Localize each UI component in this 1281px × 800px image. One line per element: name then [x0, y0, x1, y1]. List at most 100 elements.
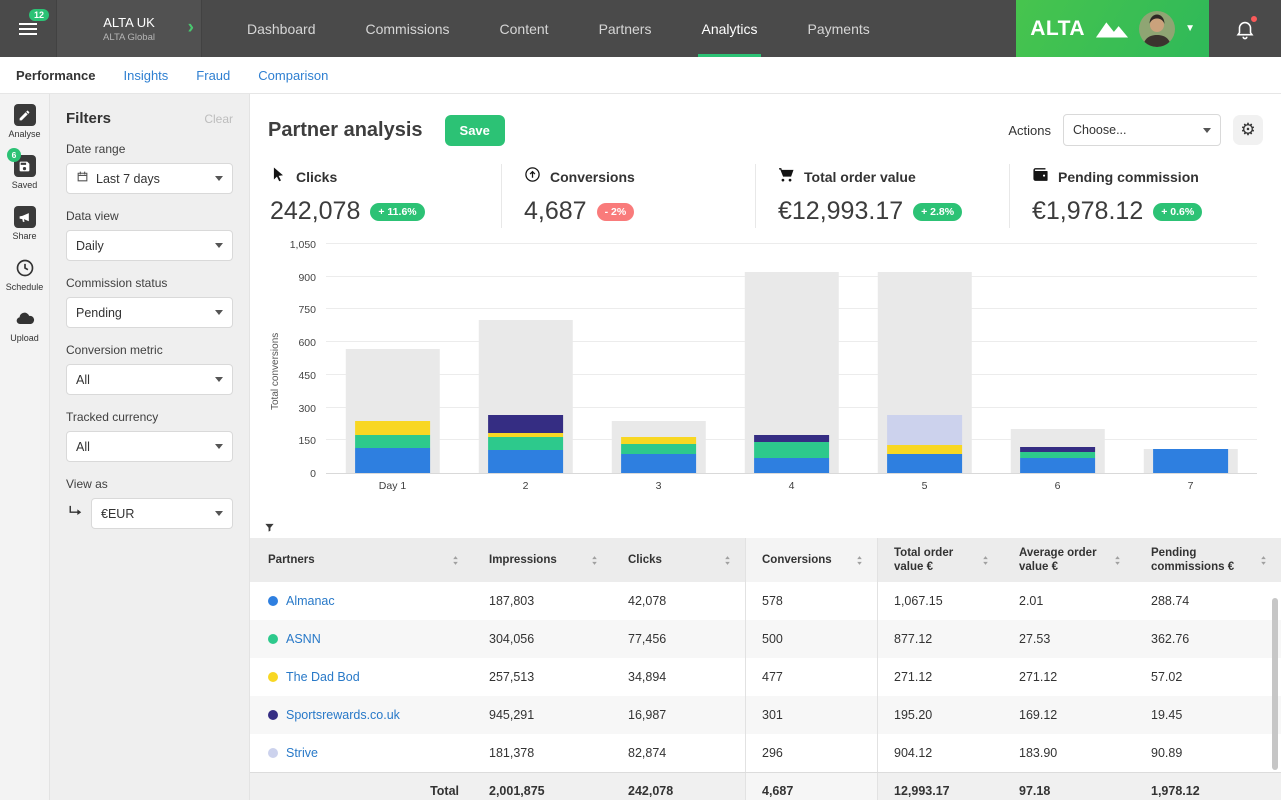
sort-icon[interactable] [591, 555, 598, 566]
partner-color-dot [268, 748, 278, 758]
profile-dropdown-caret[interactable]: ▼ [1185, 23, 1195, 34]
sort-icon[interactable] [1114, 555, 1121, 566]
filter-field-tracked-currency: Tracked currencyAll [66, 410, 233, 462]
kpi-conversions: Conversions4,687- 2% [501, 164, 755, 228]
sort-icon[interactable] [856, 555, 863, 566]
chart-bar-segment-almanac [488, 450, 564, 473]
partner-link[interactable]: The Dad Bod [286, 670, 360, 684]
topnav-item-dashboard[interactable]: Dashboard [222, 0, 341, 57]
account-switcher[interactable]: ALTA UK ALTA Global › [56, 0, 202, 57]
partner-link[interactable]: ASNN [286, 632, 321, 646]
topnav-item-payments[interactable]: Payments [783, 0, 895, 57]
date-range-select[interactable]: Last 7 days [66, 163, 233, 194]
filter-label: View as [66, 477, 233, 491]
cell-average-order-value: 271.12 [1003, 670, 1135, 684]
kpi-value: €1,978.12 [1032, 197, 1143, 226]
x-axis-label: 6 [991, 480, 1124, 492]
total-clicks: 242,078 [612, 773, 745, 800]
column-header-pending-commissions[interactable]: Pending commissions € [1135, 538, 1281, 582]
partner-color-dot [268, 710, 278, 720]
commission-status-select[interactable]: Pending [66, 297, 233, 328]
chevron-down-icon [215, 310, 223, 315]
actions-select[interactable]: Choose... [1063, 114, 1221, 146]
sort-icon[interactable] [982, 555, 989, 566]
chart-bar-group [1124, 244, 1257, 473]
avatar[interactable] [1139, 11, 1175, 47]
rail-badge: 6 [7, 148, 21, 162]
cell-clicks: 42,078 [612, 594, 745, 608]
partner-link[interactable]: Sportsrewards.co.uk [286, 708, 400, 722]
column-header-average-order-value[interactable]: Average order value € [1003, 538, 1135, 582]
filter-funnel-icon[interactable] [264, 522, 275, 533]
app: 12 ALTA UK ALTA Global › DashboardCommis… [0, 0, 1281, 800]
partner-link[interactable]: Strive [286, 746, 318, 760]
cell-impressions: 187,803 [473, 594, 612, 608]
return-arrow-icon [66, 503, 83, 525]
chevron-right-icon: › [188, 16, 194, 38]
chart-bar-segment-almanac [754, 458, 830, 473]
rail-item-label: Share [12, 231, 36, 241]
conversion-metric-select[interactable]: All [66, 364, 233, 395]
tracked-currency-select[interactable]: All [66, 431, 233, 462]
topnav-item-analytics[interactable]: Analytics [676, 0, 782, 57]
cell-conversions: 296 [745, 734, 878, 772]
notifications-button[interactable] [1209, 0, 1281, 57]
filter-label: Date range [66, 142, 233, 156]
cell-average-order-value: 27.53 [1003, 632, 1135, 646]
column-header-total-order-value[interactable]: Total order value € [878, 538, 1003, 582]
sort-icon[interactable] [1260, 555, 1267, 566]
topnav-item-partners[interactable]: Partners [574, 0, 677, 57]
topnav-item-content[interactable]: Content [475, 0, 574, 57]
rail-item-schedule[interactable]: Schedule [0, 257, 49, 292]
save-button[interactable]: Save [445, 115, 505, 146]
column-header-impressions[interactable]: Impressions [473, 538, 612, 582]
rail-item-saved[interactable]: 6Saved [0, 155, 49, 190]
kpi-label: Conversions [550, 169, 635, 185]
chart-bar-group [326, 244, 459, 473]
table-scrollbar-thumb[interactable] [1272, 598, 1278, 770]
chart-bar-group [858, 244, 991, 473]
sort-icon[interactable] [724, 555, 731, 566]
rail-item-share[interactable]: Share [0, 206, 49, 241]
partner-link[interactable]: Almanac [286, 594, 335, 608]
rail-item-analyse[interactable]: Analyse [0, 104, 49, 139]
total-pending-commissions: 1,978.12 [1135, 773, 1281, 800]
column-header-conversions[interactable]: Conversions [745, 538, 878, 582]
subtab-comparison[interactable]: Comparison [258, 68, 328, 83]
sort-icon[interactable] [452, 555, 459, 566]
cell-pending-commissions: 57.02 [1135, 670, 1281, 684]
filters-title: Filters [66, 110, 111, 127]
x-axis-label: 7 [1124, 480, 1257, 492]
chevron-down-icon [1203, 128, 1211, 133]
settings-button[interactable]: ⚙ [1233, 115, 1263, 145]
data-view-select[interactable]: Daily [66, 230, 233, 261]
hamburger-menu-button[interactable]: 12 [0, 0, 56, 57]
column-header-partners[interactable]: Partners [250, 538, 473, 582]
chart-bar-segment-asnn [488, 437, 564, 450]
chart-bar-segment-the-dad-bod [887, 445, 963, 455]
subtab-fraud[interactable]: Fraud [196, 68, 230, 83]
subtab-performance[interactable]: Performance [16, 68, 95, 83]
x-axis-label: 4 [725, 480, 858, 492]
chevron-down-icon [215, 511, 223, 516]
top-navigation: DashboardCommissionsContentPartnersAnaly… [222, 0, 895, 57]
gear-icon: ⚙ [1240, 120, 1255, 140]
chart-bar-group [592, 244, 725, 473]
chart-bar-group [991, 244, 1124, 473]
tool-rail: Analyse 6Saved Share Schedule Upload [0, 94, 50, 800]
view-as-select[interactable]: €EUR [91, 498, 233, 529]
clock-icon [14, 257, 36, 279]
table-body: Almanac187,80342,0785781,067.152.01288.7… [250, 582, 1281, 772]
mountain-logo-icon [1095, 19, 1129, 39]
rail-item-upload[interactable]: Upload [0, 308, 49, 343]
conversions-chart: Total conversions 01503004506007509001,0… [268, 238, 1263, 500]
table-row: Almanac187,80342,0785781,067.152.01288.7… [250, 582, 1281, 620]
chart-bar-group [725, 244, 858, 473]
clear-filters-button[interactable]: Clear [204, 112, 233, 126]
column-header-clicks[interactable]: Clicks [612, 538, 745, 582]
total-conversions: 4,687 [745, 773, 878, 800]
topnav-item-commissions[interactable]: Commissions [341, 0, 475, 57]
subtab-insights[interactable]: Insights [123, 68, 168, 83]
table-row: Strive181,37882,874296904.12183.9090.89 [250, 734, 1281, 772]
cell-total-order-value: 1,067.15 [878, 594, 1003, 608]
